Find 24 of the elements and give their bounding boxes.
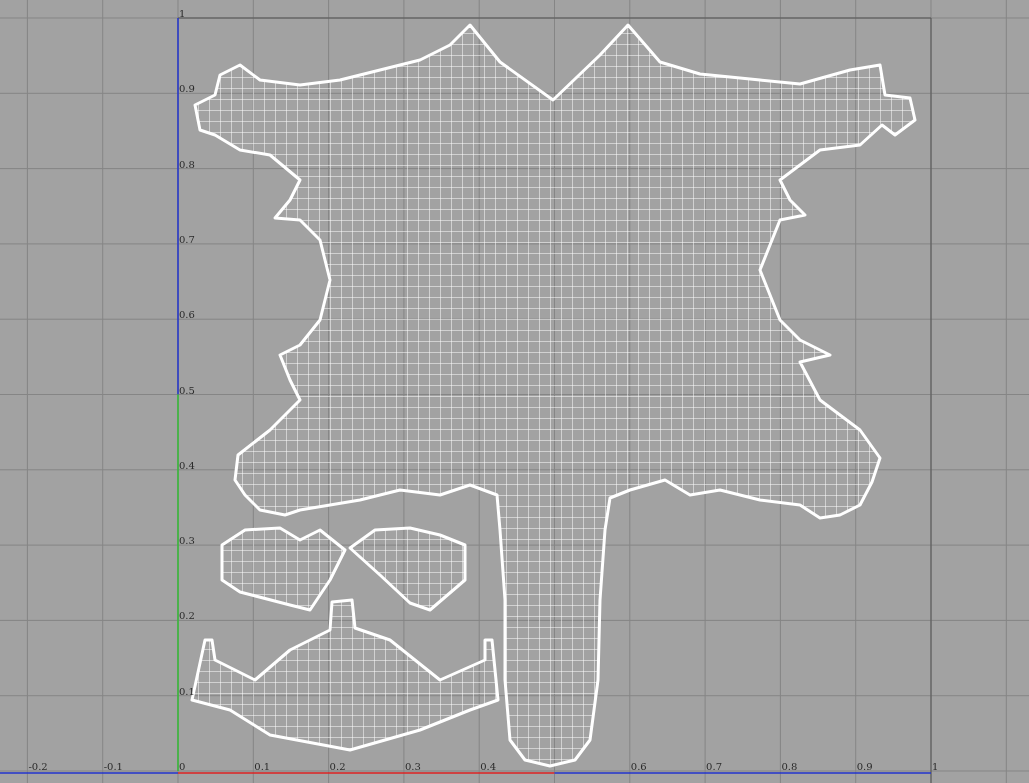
u-axis-label: 0.6 xyxy=(630,761,647,772)
v-axis-label: 1 xyxy=(179,8,186,19)
u-axis-label: 0.3 xyxy=(404,761,421,772)
u-axis-label: 0.4 xyxy=(480,761,497,772)
v-axis-label: 0.9 xyxy=(179,83,195,95)
v-axis-label: 0.5 xyxy=(179,384,195,396)
uv-shell[interactable] xyxy=(193,23,917,768)
u-axis-label: -0.2 xyxy=(28,761,48,772)
uv-shell[interactable] xyxy=(348,526,467,612)
v-axis-label: 0.7 xyxy=(179,233,195,245)
u-axis-label: 0.1 xyxy=(254,761,271,772)
uv-shell[interactable] xyxy=(220,526,347,612)
v-axis-label: 0.6 xyxy=(179,309,195,321)
u-axis-label: -0.1 xyxy=(103,761,123,772)
u-axis-label: 1 xyxy=(932,761,939,772)
u-axis-label: 0.2 xyxy=(329,761,346,772)
v-axis-label: 0.3 xyxy=(179,535,195,547)
v-axis-label: 0.2 xyxy=(179,610,195,622)
u-axis-label: 0.8 xyxy=(781,761,798,772)
u-axis-label: 0.7 xyxy=(706,761,722,772)
v-axis-label: 0.8 xyxy=(179,158,195,170)
v-axis-label: 0.4 xyxy=(179,459,195,471)
u-axis-label: 0.9 xyxy=(856,761,873,772)
u-axis-label: 0 xyxy=(179,761,186,772)
